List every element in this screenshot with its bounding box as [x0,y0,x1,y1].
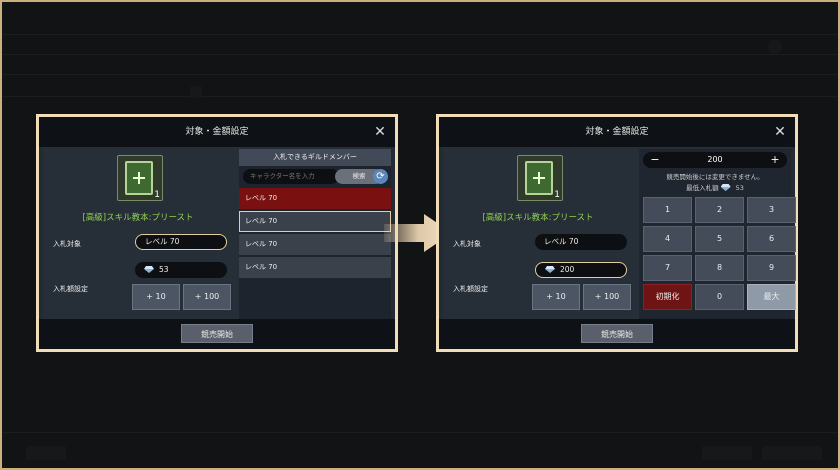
member-row[interactable]: レベル 70 [239,188,391,209]
bid-amount-label: 入札額設定 [53,285,88,293]
bid-target-label: 入札対象 [53,240,81,248]
modal-title: 対象・金額設定 [439,117,795,147]
item-count: 1 [154,190,160,200]
character-search-input[interactable]: キャラクター名を入力 [243,169,339,184]
settings-modal-right: 対象・金額設定 ✕ 1 [高級]スキル教本:プリースト 入札対象 レベル 70 … [436,114,798,352]
bid-amount-field[interactable]: 200 [535,262,627,278]
bid-amount-label: 入札額設定 [453,285,488,293]
item-name: [高級]スキル教本:プリースト [482,213,594,223]
plus-100-button[interactable]: + 100 [583,284,631,310]
minus-icon[interactable]: − [647,152,663,168]
key-6[interactable]: 6 [747,226,796,252]
numpad: 1 2 3 4 5 6 7 8 9 初期化 0 最大 [643,197,798,310]
skill-book-icon: 1 [117,155,163,201]
item-name: [高級]スキル教本:プリースト [82,213,194,223]
bid-target-field[interactable]: レベル 70 [135,234,227,250]
guild-member-panel: 入札できるギルドメンバー キャラクター名を入力 検索 ⟳ レベル 70 レベル … [239,149,391,319]
key-2[interactable]: 2 [695,197,744,223]
max-key[interactable]: 最大 [747,284,796,310]
key-3[interactable]: 3 [747,197,796,223]
settings-modal-left: 対象・金額設定 ✕ 1 [高級]スキル教本:プリースト 入札対象 レベル 70 … [36,114,398,352]
key-5[interactable]: 5 [695,226,744,252]
start-auction-button[interactable]: 競売開始 [581,324,653,343]
bid-target-field[interactable]: レベル 70 [535,234,627,250]
diamond-icon [144,266,154,273]
numpad-panel: − 200 + 競売開始後には変更できません。 最低入札額 53 1 2 3 4… [639,149,796,319]
bid-amount-value: 53 [159,265,169,274]
close-icon[interactable]: ✕ [773,117,787,147]
plus-10-button[interactable]: + 10 [132,284,180,310]
member-row[interactable]: レベル 70 [239,257,391,278]
quantity-stepper[interactable]: − 200 + [643,152,787,168]
bid-amount-value: 200 [560,265,575,274]
key-1[interactable]: 1 [643,197,692,223]
start-auction-button[interactable]: 競売開始 [181,324,253,343]
plus-icon[interactable]: + [767,152,783,168]
key-7[interactable]: 7 [643,255,692,281]
bid-target-label: 入札対象 [453,240,481,248]
modal-body: 1 [高級]スキル教本:プリースト 入札対象 レベル 70 200 入札額設定 … [443,147,796,319]
skill-book-icon: 1 [517,155,563,201]
reset-key[interactable]: 初期化 [643,284,692,310]
key-9[interactable]: 9 [747,255,796,281]
member-row[interactable]: レベル 70 [239,234,391,255]
key-0[interactable]: 0 [695,284,744,310]
diamond-icon [721,184,731,191]
plus-100-button[interactable]: + 100 [183,284,231,310]
modal-title: 対象・金額設定 [39,117,395,147]
diamond-icon [545,266,555,273]
members-header: 入札できるギルドメンバー [239,149,391,166]
item-count: 1 [554,190,560,200]
key-8[interactable]: 8 [695,255,744,281]
minimum-bid: 最低入札額 53 [639,182,791,192]
warning-note: 競売開始後には変更できません。 [666,173,764,181]
modal-body: 1 [高級]スキル教本:プリースト 入札対象 レベル 70 53 入札額設定 +… [43,147,391,319]
plus-10-button[interactable]: + 10 [532,284,580,310]
close-icon[interactable]: ✕ [373,117,387,147]
member-row[interactable]: レベル 70 [239,211,391,232]
key-4[interactable]: 4 [643,226,692,252]
quantity-value: 200 [707,155,723,164]
min-bid-value: 53 [735,184,744,192]
min-bid-label: 最低入札額 [686,184,719,192]
bid-amount-field[interactable]: 53 [135,262,227,278]
refresh-icon[interactable]: ⟳ [373,169,388,184]
